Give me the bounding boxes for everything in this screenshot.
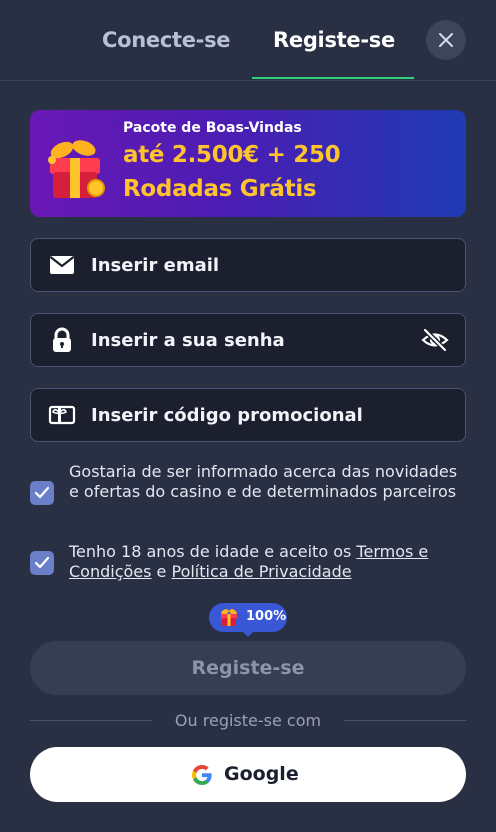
bonus-percent-badge: 100% (209, 603, 287, 637)
tab-register[interactable]: Registe-se (273, 28, 395, 52)
password-field (30, 313, 466, 367)
ticket-icon (48, 405, 76, 425)
age-terms-consent-text: Tenho 18 anos de idade e aceito os Termo… (69, 542, 469, 582)
newsletter-checkbox[interactable] (30, 481, 54, 505)
banner-subtitle: Pacote de Boas-Vindas (123, 120, 302, 136)
divider-line-right (344, 720, 466, 721)
register-submit-button[interactable]: Registe-se (30, 641, 466, 695)
check-icon (34, 486, 50, 499)
email-field (30, 238, 466, 292)
google-logo-icon (192, 765, 212, 785)
auth-tabs: Conecte-se Registe-se (0, 0, 496, 81)
age-consent-prefix: Tenho 18 anos de idade e aceito os (69, 542, 357, 561)
privacy-policy-link[interactable]: Política de Privacidade (171, 562, 351, 581)
close-icon (439, 33, 453, 47)
newsletter-consent-text: Gostaria de ser informado acerca das nov… (69, 462, 458, 501)
banner-free-spins: Rodadas Grátis (123, 176, 317, 202)
promo-code-field (30, 388, 466, 442)
check-icon (34, 556, 50, 569)
email-input[interactable] (91, 239, 411, 291)
password-input[interactable] (91, 314, 411, 366)
welcome-bonus-banner: Pacote de Boas-Vindas até 2.500€ + 250 R… (30, 110, 466, 217)
google-button-label: Google (224, 763, 299, 785)
mail-icon (49, 256, 75, 274)
banner-bonus-amount: até 2.500€ + 250 (123, 142, 341, 168)
google-signup-button[interactable]: Google (30, 747, 466, 802)
gift-box-icon (48, 140, 105, 198)
consent-joiner: e (151, 562, 172, 581)
eye-off-icon[interactable] (421, 328, 449, 352)
active-tab-indicator (252, 77, 414, 79)
lock-icon (53, 327, 71, 352)
tab-login[interactable]: Conecte-se (102, 28, 231, 52)
close-button[interactable] (426, 20, 466, 60)
bonus-percent-text: 100% (246, 609, 287, 624)
age-terms-checkbox[interactable] (30, 551, 54, 575)
promo-code-input[interactable] (91, 389, 411, 441)
gift-icon (221, 609, 237, 626)
